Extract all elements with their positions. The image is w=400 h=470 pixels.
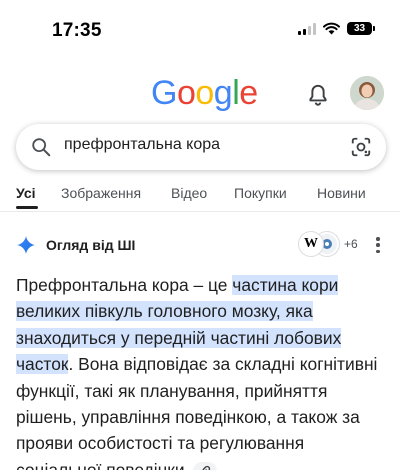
ai-overview-text: Префронтальна кора – це частина кори вел… bbox=[16, 272, 388, 470]
overview-text-rest: . Вона відповідає за складні когнітивні … bbox=[16, 354, 378, 470]
avatar-image bbox=[350, 76, 384, 110]
logo-letter: l bbox=[232, 74, 240, 112]
gemini-sparkle-icon bbox=[16, 235, 36, 255]
search-icon bbox=[32, 138, 51, 157]
ai-overview-header: Огляд від ШІ W +6 bbox=[16, 232, 386, 258]
source-count: +6 bbox=[344, 237, 358, 251]
tab-videos[interactable]: Відео bbox=[171, 185, 207, 201]
tabs-divider bbox=[0, 211, 400, 212]
search-box[interactable] bbox=[16, 124, 386, 170]
wifi-icon bbox=[323, 22, 340, 35]
google-lens-icon[interactable] bbox=[350, 136, 372, 158]
ai-overview-title: Огляд від ШІ bbox=[46, 237, 136, 253]
tab-news[interactable]: Новини bbox=[317, 185, 366, 201]
notifications-bell-icon[interactable] bbox=[305, 82, 331, 108]
source-link-button[interactable] bbox=[193, 462, 218, 470]
link-icon bbox=[202, 466, 211, 470]
battery-icon: 33 bbox=[347, 22, 375, 35]
cellular-signal-icon bbox=[298, 22, 316, 35]
logo-letter: e bbox=[239, 74, 258, 112]
tab-all[interactable]: Усі bbox=[16, 185, 36, 201]
account-avatar[interactable] bbox=[350, 76, 384, 110]
logo-letter: G bbox=[151, 74, 177, 112]
status-icons: 33 bbox=[298, 22, 375, 35]
google-logo[interactable]: Google bbox=[151, 74, 258, 113]
tab-shopping[interactable]: Покупки bbox=[234, 185, 287, 201]
status-time: 17:35 bbox=[52, 20, 102, 41]
logo-letter: o bbox=[195, 74, 214, 112]
active-tab-indicator bbox=[16, 206, 38, 209]
logo-letter: o bbox=[176, 74, 196, 112]
source-favicons[interactable]: W +6 bbox=[299, 232, 358, 256]
wikipedia-icon: W bbox=[299, 232, 323, 256]
logo-letter: g bbox=[213, 74, 233, 112]
more-options-icon[interactable] bbox=[370, 235, 386, 255]
status-bar: 17:35 33 bbox=[0, 0, 400, 50]
tab-images[interactable]: Зображення bbox=[61, 185, 141, 201]
search-input[interactable] bbox=[64, 136, 334, 154]
overview-text-intro: Префронтальна кора – це bbox=[16, 275, 233, 295]
